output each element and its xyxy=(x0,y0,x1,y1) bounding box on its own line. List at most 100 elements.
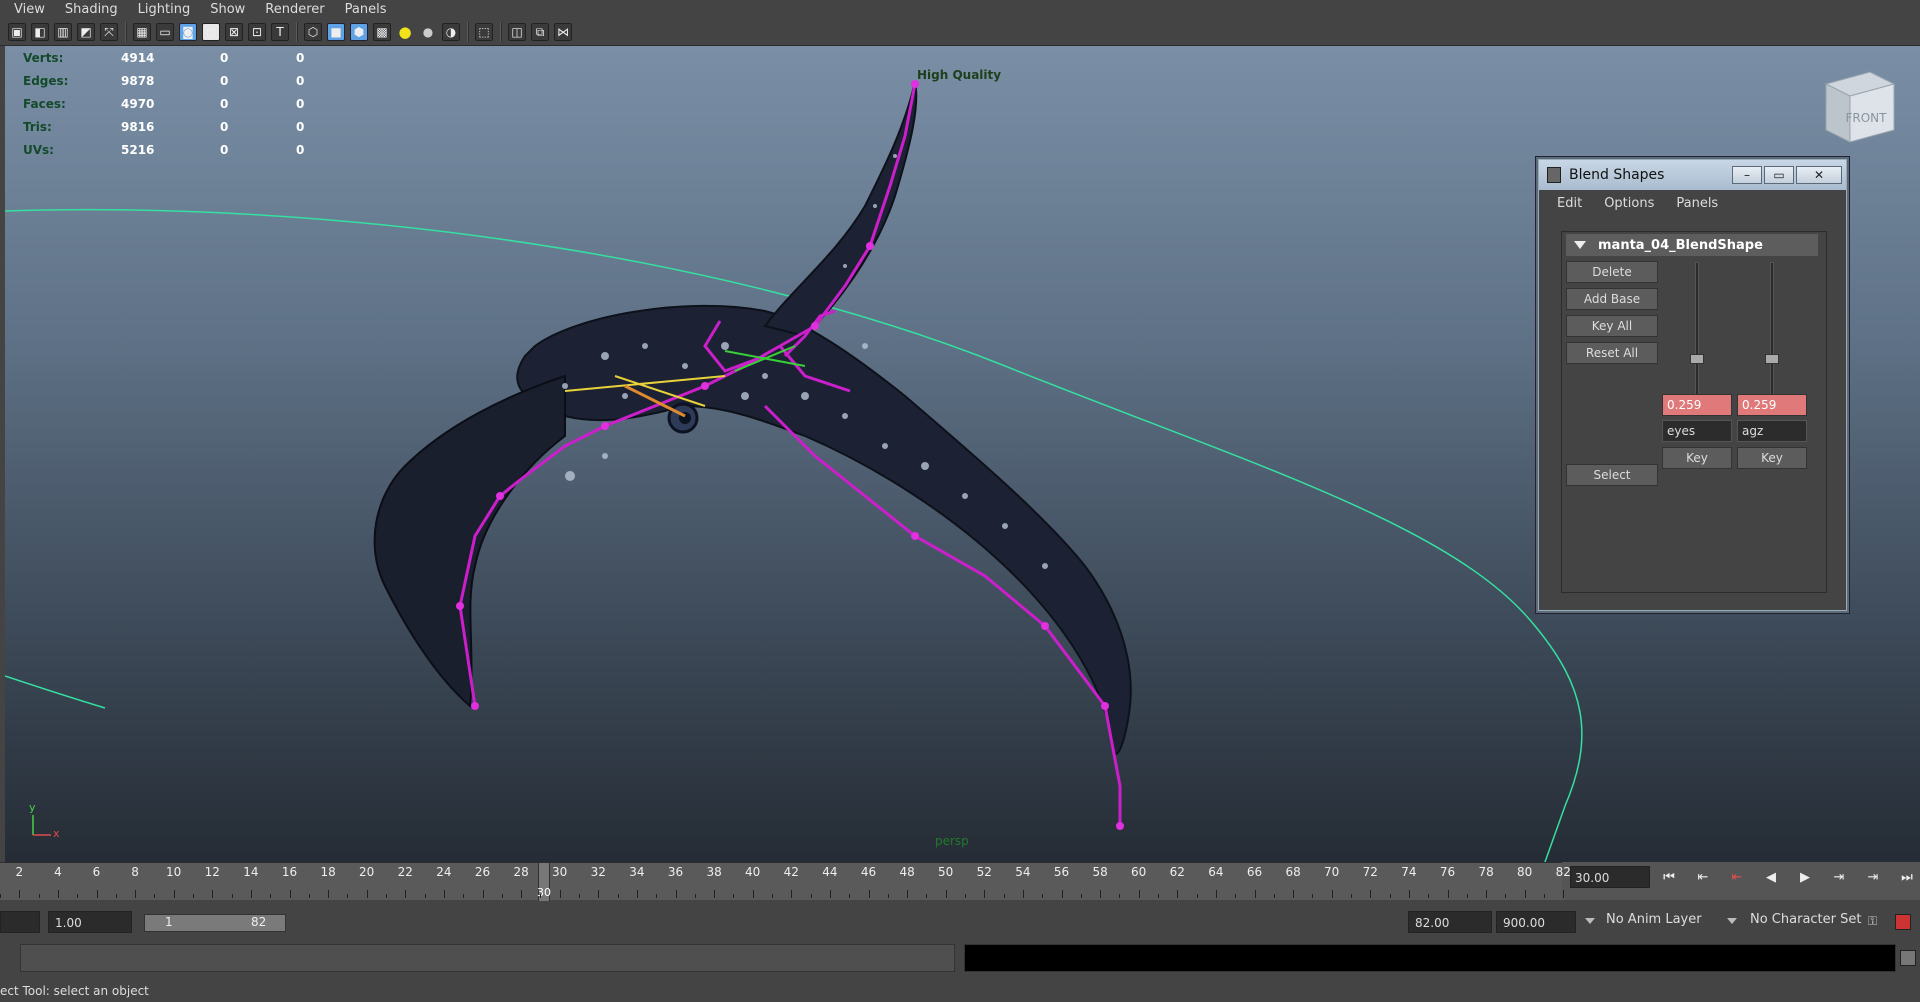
menu-panels[interactable]: Panels xyxy=(1676,196,1718,211)
hud-row-edges: Edges: 9878 0 0 xyxy=(23,69,372,92)
shadows-icon[interactable]: ◑ xyxy=(442,23,460,41)
timeline-minor-tick xyxy=(1351,894,1352,898)
key-all-button[interactable]: Key All xyxy=(1566,315,1658,337)
timeline-tick-label: 22 xyxy=(397,865,413,879)
target-name-eyes[interactable]: eyes xyxy=(1662,420,1732,442)
command-input[interactable] xyxy=(20,944,955,972)
timeline-minor-tick xyxy=(1119,894,1121,898)
key-button-eyes[interactable]: Key xyxy=(1662,447,1732,469)
start-time-stub[interactable] xyxy=(0,911,40,933)
end-time-field[interactable]: 82.00 xyxy=(1408,911,1492,933)
film-gate-icon[interactable]: ▭ xyxy=(156,23,174,41)
key-button-agz[interactable]: Key xyxy=(1737,447,1807,469)
hud-label: Verts: xyxy=(23,50,64,65)
current-time-field[interactable]: 30.00 xyxy=(1570,866,1650,888)
textured-icon[interactable]: ⬢ xyxy=(350,23,368,41)
skeleton-joint-dots xyxy=(456,80,1124,830)
play-forwards-icon[interactable]: ▶ xyxy=(1794,866,1816,888)
timeline-tick-label: 10 xyxy=(166,865,182,879)
timeline-minor-tick xyxy=(810,894,812,898)
smooth-shade-icon[interactable]: ■ xyxy=(327,23,345,41)
menu-lighting[interactable]: Lighting xyxy=(138,2,191,17)
close-button[interactable]: ✕ xyxy=(1796,166,1842,184)
timeline-tick xyxy=(1563,890,1565,898)
minimize-button[interactable]: – xyxy=(1732,166,1762,184)
viewcube[interactable]: FRONT xyxy=(1820,66,1900,146)
timeline-tick-label: 24 xyxy=(436,865,452,879)
safe-action-icon[interactable]: ⊡ xyxy=(248,23,266,41)
menu-show[interactable]: Show xyxy=(210,2,245,17)
weight-slider-handle[interactable] xyxy=(1765,354,1779,364)
timeline-tick-label: 48 xyxy=(899,865,915,879)
timeline-tick xyxy=(1215,890,1217,898)
grid-icon[interactable]: ▦ xyxy=(133,23,151,41)
field-chart-icon[interactable]: ⊠ xyxy=(225,23,243,41)
2d-pan-zoom-icon[interactable]: ⤧ xyxy=(100,23,118,41)
camera-attributes-icon[interactable]: ◧ xyxy=(31,23,49,41)
xray-icon[interactable]: ◫ xyxy=(508,23,526,41)
menu-shading[interactable]: Shading xyxy=(65,2,118,17)
timeline-tick xyxy=(675,890,677,898)
select-camera-icon[interactable]: ▣ xyxy=(8,23,26,41)
step-forward-key-icon[interactable]: ⇥ xyxy=(1862,866,1884,888)
weight-slider-handle[interactable] xyxy=(1690,354,1704,364)
image-plane-icon[interactable]: ◩ xyxy=(77,23,95,41)
menu-edit[interactable]: Edit xyxy=(1557,196,1582,211)
script-editor-icon[interactable] xyxy=(1900,950,1916,966)
go-to-start-icon[interactable]: ⏮ xyxy=(1658,866,1680,888)
step-forward-frame-icon[interactable]: ⇥ xyxy=(1828,866,1850,888)
range-slider-end: 82 xyxy=(251,915,267,929)
timeline-minor-tick xyxy=(1042,894,1044,898)
time-ruler[interactable]: 30 2 4 6 8 10 12 14 16 18 20 22 24 26 28 30 32 34 36 38 40 4… xyxy=(0,862,1571,901)
reset-all-button[interactable]: Reset All xyxy=(1566,342,1658,364)
isolate-select-icon[interactable]: ⬚ xyxy=(475,23,493,41)
anim-end-field[interactable]: 900.00 xyxy=(1496,911,1576,933)
preferences-icon[interactable] xyxy=(1895,914,1911,930)
hud-value: 0 xyxy=(296,73,305,88)
use-default-light-icon[interactable]: ● xyxy=(396,23,414,41)
component-xray-icon[interactable]: ⋈ xyxy=(554,23,572,41)
wireframe-icon[interactable]: ⬡ xyxy=(304,23,322,41)
step-back-key-icon[interactable]: ⇤ xyxy=(1692,866,1714,888)
bookmark-icon[interactable]: ▥ xyxy=(54,23,72,41)
go-to-end-icon[interactable]: ⏭ xyxy=(1896,866,1918,888)
timeline-tick xyxy=(1486,890,1488,898)
gate-mask-icon[interactable]: ○ xyxy=(202,23,220,41)
timeline-tick xyxy=(907,890,909,898)
weight-slider-agz[interactable] xyxy=(1770,262,1774,400)
play-backwards-icon[interactable]: ◀ xyxy=(1760,866,1782,888)
timeline-tick-label: 46 xyxy=(860,865,877,879)
menu-renderer[interactable]: Renderer xyxy=(265,2,324,17)
character-set-selector[interactable]: No Character Set xyxy=(1750,912,1861,927)
xray-joints-icon[interactable]: ⧉ xyxy=(531,23,549,41)
step-back-frame-icon[interactable]: ⇤ xyxy=(1726,866,1748,888)
safe-title-icon[interactable]: T xyxy=(271,23,289,41)
delete-button[interactable]: Delete xyxy=(1566,261,1658,283)
maximize-button[interactable]: ▭ xyxy=(1764,166,1794,184)
blend-shape-node-header[interactable]: manta_04_BlendShape xyxy=(1566,234,1818,256)
menu-view[interactable]: View xyxy=(14,2,45,17)
collapse-arrow-icon[interactable] xyxy=(1574,241,1586,249)
start-time-field[interactable]: 1.00 xyxy=(48,911,132,933)
weight-value-agz[interactable]: 0.259 xyxy=(1737,394,1807,416)
quality-label: High Quality xyxy=(917,68,1002,82)
timeline-tick-label: 64 xyxy=(1208,865,1224,879)
key-icon[interactable]: ⚿ xyxy=(1868,914,1877,929)
menu-panels[interactable]: Panels xyxy=(345,2,387,17)
menu-options[interactable]: Options xyxy=(1604,196,1654,211)
range-slider[interactable]: 1 82 xyxy=(144,914,286,932)
blend-shapes-titlebar[interactable]: Blend Shapes – ▭ ✕ xyxy=(1539,160,1846,190)
timeline-tick-label: 44 xyxy=(822,865,838,879)
weight-value-eyes[interactable]: 0.259 xyxy=(1662,394,1732,416)
wireframe-on-shaded-icon[interactable]: ▩ xyxy=(373,23,391,41)
character-set-dropdown-icon[interactable] xyxy=(1727,918,1737,924)
select-button[interactable]: Select xyxy=(1566,464,1658,486)
target-name-agz[interactable]: agz xyxy=(1737,420,1807,442)
resolution-gate-icon[interactable]: ◙ xyxy=(179,23,197,41)
anim-layer-dropdown-icon[interactable] xyxy=(1585,918,1595,924)
add-base-button[interactable]: Add Base xyxy=(1566,288,1658,310)
timeline-minor-tick xyxy=(965,894,966,898)
all-lights-icon[interactable]: ● xyxy=(419,23,437,41)
weight-slider-eyes[interactable] xyxy=(1695,262,1699,400)
anim-layer-selector[interactable]: No Anim Layer xyxy=(1606,912,1702,927)
